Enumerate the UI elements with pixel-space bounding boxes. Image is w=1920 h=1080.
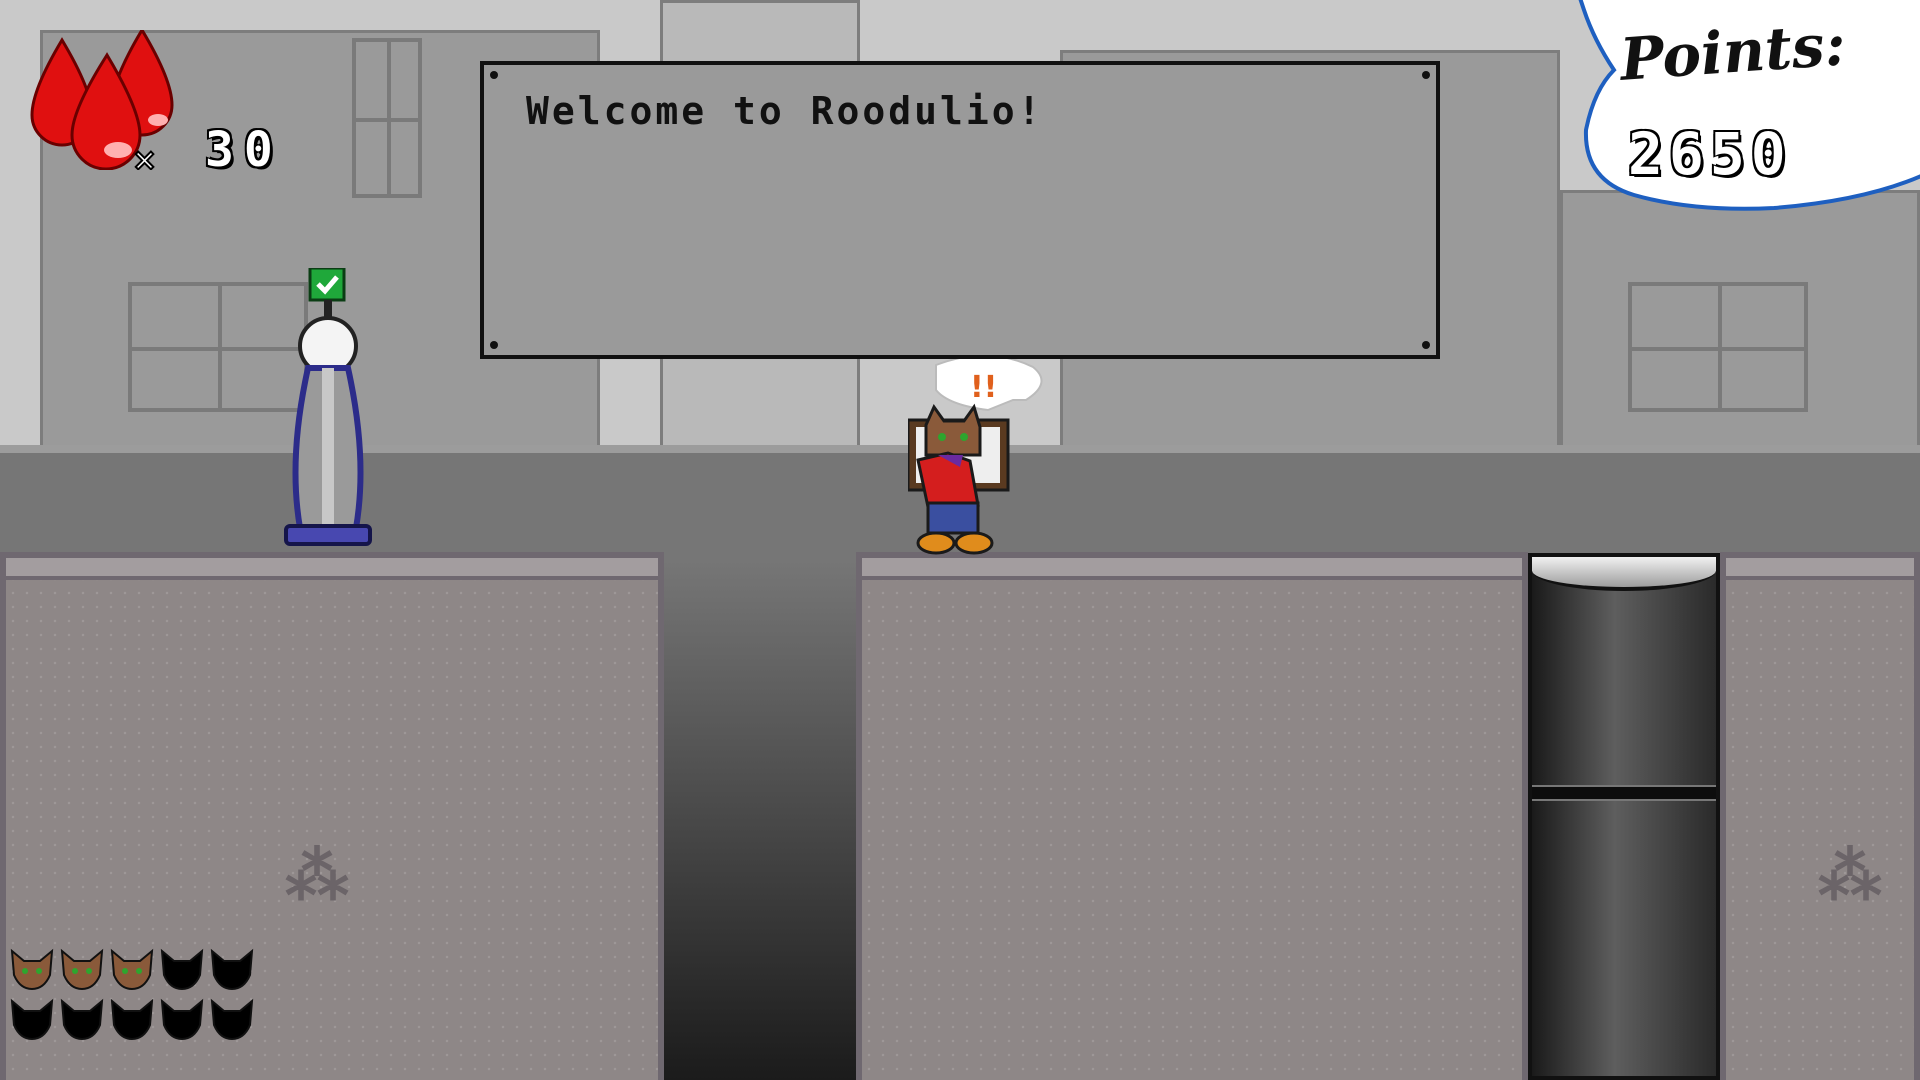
rivet: [490, 71, 498, 79]
rivet: [490, 341, 498, 349]
bottomless-pit: [664, 560, 856, 1080]
cat-head-icon-lost: [210, 948, 254, 991]
checkpoint-post[interactable]: [278, 268, 378, 553]
cat-head-icon-lost: [160, 998, 204, 1041]
blood-multiplier: ×: [132, 143, 157, 170]
wall-crack-decoration: ⁂: [285, 840, 349, 914]
blood-count: 30: [205, 122, 283, 178]
dialog-box[interactable]: Welcome to Roodulio!: [480, 61, 1440, 359]
points-value: 2650: [1628, 120, 1792, 188]
cat-head-icon-lost: [10, 998, 54, 1041]
rivet: [1422, 71, 1430, 79]
blood-drop-icon: ×: [30, 30, 174, 170]
cat-head-icon-lost: [60, 998, 104, 1041]
speech-bubble-icon: !!: [935, 355, 1043, 412]
ground-block: [856, 552, 1528, 1080]
wall-crack-decoration: ⁂: [1818, 840, 1882, 914]
cat-head-icon-lost: [210, 998, 254, 1041]
background-window: [1628, 282, 1808, 412]
ground-block: [1720, 552, 1920, 1080]
dialog-message: Welcome to Roodulio!: [526, 89, 1044, 133]
speech-bubble-text: !!: [970, 370, 997, 405]
warp-pipe: [1528, 553, 1720, 1080]
rivet: [1422, 341, 1430, 349]
checkmark-icon: [308, 268, 346, 302]
cat-head-icon-lost: [160, 948, 204, 991]
cat-head-icon: [10, 948, 54, 991]
cat-head-icon: [110, 948, 154, 991]
background-window: [352, 38, 422, 198]
lives-grid: [8, 945, 254, 1045]
player-character: !!: [908, 355, 1043, 555]
cat-head-icon: [60, 948, 104, 991]
cat-head-icon-lost: [110, 998, 154, 1041]
